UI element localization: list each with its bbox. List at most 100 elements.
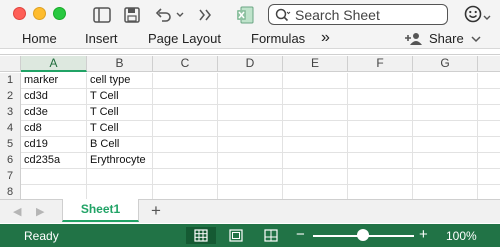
more-tools-chevron-icon[interactable]	[198, 5, 212, 25]
cell[interactable]	[153, 73, 218, 89]
column-header-d[interactable]: D	[218, 56, 283, 72]
zoom-slider-handle[interactable]	[357, 229, 369, 241]
table-row: 6 cd235a Erythrocyte	[0, 153, 500, 169]
search-sheet-input[interactable]: Search Sheet	[268, 4, 448, 25]
row-header[interactable]: 2	[0, 89, 21, 105]
cell[interactable]	[348, 73, 413, 89]
column-header-f[interactable]: F	[348, 56, 413, 72]
row-header[interactable]: 4	[0, 121, 21, 137]
cell-a7[interactable]	[21, 169, 87, 185]
undo-dropdown-chevron-icon[interactable]	[176, 5, 184, 25]
column-header-e[interactable]: E	[283, 56, 348, 72]
cell-a6[interactable]: cd235a	[21, 153, 87, 169]
cell[interactable]	[153, 105, 218, 121]
cell[interactable]	[153, 153, 218, 169]
cell-b7[interactable]	[87, 169, 153, 185]
save-icon[interactable]	[124, 5, 140, 25]
feedback-chevron-down-icon[interactable]	[483, 9, 491, 24]
page-layout-view-button[interactable]	[221, 227, 251, 244]
sidebar-icon[interactable]	[93, 5, 111, 25]
cell[interactable]	[348, 105, 413, 121]
zoom-out-button[interactable]: −	[296, 226, 305, 243]
minimize-window-button[interactable]	[33, 7, 46, 20]
cell[interactable]	[283, 169, 348, 185]
cell[interactable]	[218, 89, 283, 105]
cell[interactable]	[283, 153, 348, 169]
feedback-smiley-icon[interactable]	[464, 5, 482, 26]
excel-app-icon	[236, 5, 254, 25]
row-header[interactable]: 7	[0, 169, 21, 185]
cell[interactable]	[413, 73, 478, 89]
page-layout-icon	[229, 229, 243, 242]
row-header[interactable]: 5	[0, 137, 21, 153]
cell[interactable]	[283, 121, 348, 137]
cell[interactable]	[348, 121, 413, 137]
normal-view-button[interactable]	[186, 227, 216, 244]
cell[interactable]	[413, 121, 478, 137]
share-chevron-down-icon	[471, 35, 481, 42]
select-all-corner[interactable]	[0, 56, 21, 72]
more-tabs-chevron-icon[interactable]: »	[321, 30, 330, 46]
cell[interactable]	[218, 121, 283, 137]
add-sheet-button[interactable]: +	[151, 201, 161, 221]
cell[interactable]	[413, 169, 478, 185]
cell[interactable]	[283, 89, 348, 105]
cell-a1[interactable]: marker	[21, 73, 87, 89]
row-header[interactable]: 3	[0, 105, 21, 121]
cell[interactable]	[413, 89, 478, 105]
cell[interactable]	[348, 89, 413, 105]
previous-sheet-arrow-icon[interactable]: ◀	[13, 205, 21, 218]
row-header[interactable]: 1	[0, 73, 21, 89]
cell[interactable]	[413, 105, 478, 121]
cell[interactable]	[218, 137, 283, 153]
tab-page-layout[interactable]: Page Layout	[148, 30, 221, 47]
column-header-c[interactable]: C	[153, 56, 218, 72]
cell[interactable]	[218, 153, 283, 169]
cell[interactable]	[218, 105, 283, 121]
cell-b5[interactable]: B Cell	[87, 137, 153, 153]
zoom-window-button[interactable]	[53, 7, 66, 20]
page-break-view-button[interactable]	[256, 227, 286, 244]
sheet-tab-sheet1[interactable]: Sheet1	[62, 199, 139, 222]
cell[interactable]	[283, 73, 348, 89]
next-sheet-arrow-icon[interactable]: ▶	[36, 205, 44, 218]
cell[interactable]	[218, 73, 283, 89]
table-row: 4 cd8 T Cell	[0, 121, 500, 137]
column-header-g[interactable]: G	[413, 56, 478, 72]
cell-b1[interactable]: cell type	[87, 73, 153, 89]
row-header[interactable]: 6	[0, 153, 21, 169]
tab-home[interactable]: Home	[22, 30, 57, 47]
cell-a5[interactable]: cd19	[21, 137, 87, 153]
cell-a2[interactable]: cd3d	[21, 89, 87, 105]
cell-b3[interactable]: T Cell	[87, 105, 153, 121]
cell[interactable]	[153, 89, 218, 105]
cell[interactable]	[348, 137, 413, 153]
cell[interactable]	[153, 137, 218, 153]
tab-formulas[interactable]: Formulas	[251, 30, 305, 47]
status-bar: Ready − + 100%	[0, 224, 500, 247]
cell[interactable]	[283, 105, 348, 121]
zoom-level[interactable]: 100%	[446, 229, 477, 243]
cell[interactable]	[218, 169, 283, 185]
tab-insert[interactable]: Insert	[85, 30, 118, 47]
undo-icon[interactable]	[155, 5, 173, 25]
cell[interactable]	[413, 153, 478, 169]
cell-b2[interactable]: T Cell	[87, 89, 153, 105]
zoom-in-button[interactable]: +	[419, 226, 428, 243]
table-row: 1 marker cell type	[0, 73, 500, 89]
cell[interactable]	[348, 153, 413, 169]
column-header-b[interactable]: B	[87, 56, 153, 72]
cell-a3[interactable]: cd3e	[21, 105, 87, 121]
cell[interactable]	[413, 137, 478, 153]
cell[interactable]	[153, 169, 218, 185]
column-header-a[interactable]: A	[21, 56, 87, 72]
cell-b4[interactable]: T Cell	[87, 121, 153, 137]
cell[interactable]	[283, 137, 348, 153]
cell[interactable]	[348, 169, 413, 185]
cell-a4[interactable]: cd8	[21, 121, 87, 137]
cell-b6[interactable]: Erythrocyte	[87, 153, 153, 169]
close-window-button[interactable]	[13, 7, 26, 20]
page-break-icon	[264, 229, 278, 242]
cell[interactable]	[153, 121, 218, 137]
share-button[interactable]: Share	[405, 30, 484, 47]
